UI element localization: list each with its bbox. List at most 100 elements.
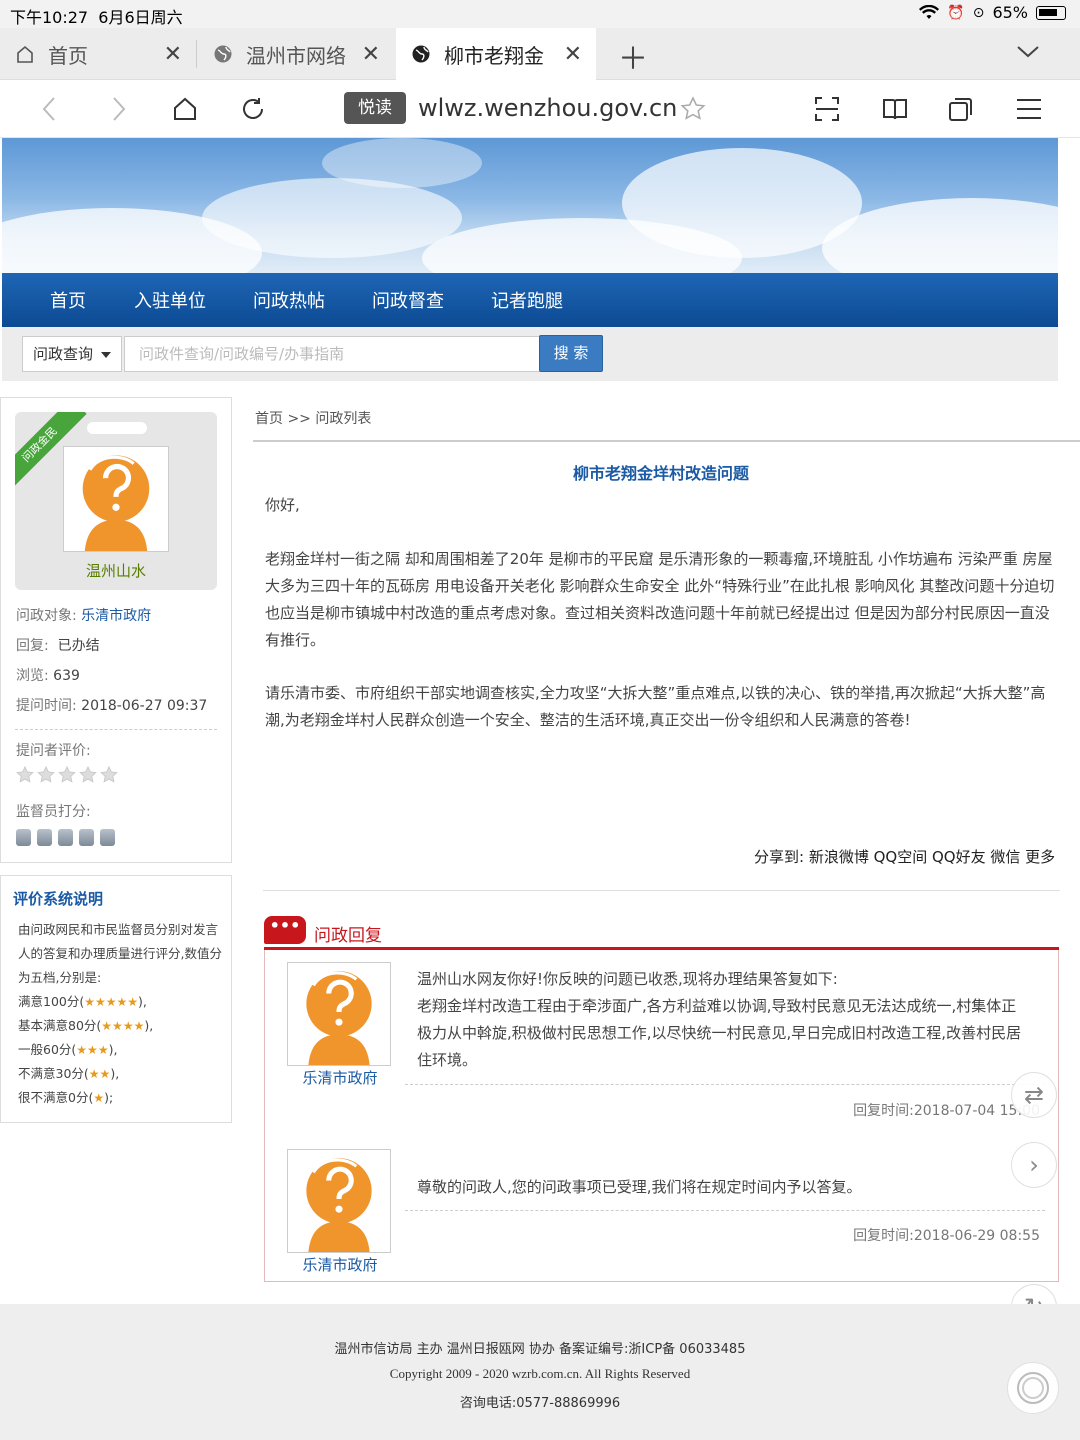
swap-icon[interactable]: ⇄ xyxy=(1011,1072,1057,1118)
share-links[interactable]: 分享到: 新浪微博 QQ空间 QQ好友 微信 更多 xyxy=(754,846,1055,867)
star-icon xyxy=(37,766,55,783)
profile-name: 温州山水 xyxy=(85,562,146,580)
medal-icon xyxy=(16,829,31,846)
reply-text: 温州山水网友你好!你反映的问题已收悉,现将办理结果答复如下: 老翔金垟村改造工程… xyxy=(417,970,1022,1069)
bookmarks-icon[interactable] xyxy=(878,92,912,126)
globe-icon xyxy=(410,43,432,65)
reader-mode-button[interactable]: 悦读 xyxy=(344,92,406,124)
avatar xyxy=(287,1149,391,1253)
scan-icon[interactable] xyxy=(810,92,844,126)
globe-icon xyxy=(212,43,234,65)
question-paragraph-2: 请乐清市委、市府组织干部实地调查核实,全力攻坚“大拆大整”重点难点,以铁的决心、… xyxy=(265,684,1046,729)
page-footer: 温州市信访局 主办 温州日报瓯网 协办 备案证编号:浙ICP备 06033485… xyxy=(0,1304,1080,1440)
level-100: 满意100分(★★★★★), xyxy=(18,994,147,1009)
reply-author[interactable]: 乐清市政府 xyxy=(285,1254,395,1275)
breadcrumb[interactable]: 首页 >> 问政列表 xyxy=(255,408,371,428)
level-0: 很不满意0分(★); xyxy=(18,1090,114,1105)
star-icon xyxy=(100,766,118,783)
menu-icon[interactable] xyxy=(1012,92,1046,126)
rating-explanation-box: 评价系统说明 由问政网民和市民监督员分别对发言人的答复和办理质量进行评分,数值分… xyxy=(0,875,232,1123)
status-time: 下午10:27 6月6日周六 xyxy=(10,8,183,27)
refresh-icon[interactable] xyxy=(236,92,270,126)
level-60: 一般60分(★★★), xyxy=(18,1042,118,1057)
nav-item-units[interactable]: 入驻单位 xyxy=(134,287,206,313)
search-input[interactable]: 问政件查询/问政编号/办事指南 xyxy=(124,336,540,372)
medal-icon xyxy=(100,829,115,846)
reply-time: 回复时间:2018-06-29 08:55 xyxy=(853,1228,1040,1244)
battery-percent: 65% xyxy=(992,3,1028,22)
info-target: 问政对象: 乐清市政府 xyxy=(16,608,152,624)
supervisor-medals xyxy=(16,829,121,850)
wifi-icon xyxy=(919,4,940,19)
home-icon xyxy=(14,43,36,65)
footer-organizers: 温州市信访局 主办 温州日报瓯网 协办 备案证编号:浙ICP备 06033485 xyxy=(334,1342,746,1357)
tab-home[interactable]: 首页 ✕ xyxy=(0,28,196,80)
new-tab-button[interactable]: ＋ xyxy=(618,34,648,78)
level-30: 不满意30分(★★), xyxy=(18,1066,120,1081)
reply-section-title: 问政回复 xyxy=(314,926,382,946)
status-icons: ⏰ ⊙ 65% xyxy=(919,3,1066,22)
star-icon xyxy=(58,766,76,783)
tabs-icon[interactable] xyxy=(944,92,978,126)
tab-label: 首页 xyxy=(48,43,88,68)
site-banner xyxy=(2,138,1058,274)
battery-icon xyxy=(1036,5,1066,20)
rating-label: 提问者评价: xyxy=(16,743,91,759)
alarm-icon: ⏰ xyxy=(947,4,965,21)
search-button[interactable]: 搜 索 xyxy=(539,335,603,372)
star-icon xyxy=(16,766,34,783)
chevron-right-icon[interactable]: › xyxy=(1011,1142,1057,1188)
forward-icon[interactable] xyxy=(102,92,136,126)
back-icon[interactable] xyxy=(32,92,66,126)
search-type-select[interactable]: 问政查询 xyxy=(22,336,122,372)
medal-icon xyxy=(37,829,52,846)
close-icon[interactable]: ✕ xyxy=(564,42,582,67)
assistive-touch-button[interactable] xyxy=(1007,1362,1059,1414)
tab-wenzhou[interactable]: 温州市网络 ✕ xyxy=(198,28,394,80)
status-bar: 下午10:27 6月6日周六 ⏰ ⊙ 65% xyxy=(0,0,1080,28)
home-icon[interactable] xyxy=(168,92,202,126)
address-bar: 悦读 wlwz.wenzhou.gov.cn xyxy=(0,80,1080,138)
browser-tab-bar: 首页 ✕ 温州市网络 ✕ 柳市老翔金 ✕ ＋ xyxy=(0,28,1080,80)
nav-item-home[interactable]: 首页 xyxy=(50,287,86,313)
rating-stars xyxy=(16,766,121,788)
tab-label: 柳市老翔金 xyxy=(444,43,544,68)
chevron-down-icon xyxy=(101,352,111,358)
reply-section-header: ••• 问政回复 xyxy=(264,912,1059,950)
nav-item-reporter[interactable]: 记者跑腿 xyxy=(491,287,563,313)
asker-sidebar: 问政金民 温州山水 问政对象: 乐清市政府 回复: 已办结 浏览: 639 提问… xyxy=(0,397,232,863)
medal-icon xyxy=(58,829,73,846)
question-paragraph-1: 老翔金垟村一街之隔 却和周围相差了20年 是柳市的平民窟 是乐清形象的一颗毒瘤,… xyxy=(265,550,1055,649)
tab-active-question[interactable]: 柳市老翔金 ✕ xyxy=(396,28,596,80)
close-icon[interactable]: ✕ xyxy=(362,42,380,67)
nav-item-hot-posts[interactable]: 问政热帖 xyxy=(253,287,325,313)
main-navigation: 首页 入驻单位 问政热帖 问政督查 记者跑腿 xyxy=(2,273,1058,327)
avatar xyxy=(63,446,169,552)
target-link[interactable]: 乐清市政府 xyxy=(81,608,151,624)
info-reply: 回复: 已办结 xyxy=(16,638,100,654)
rotation-lock-icon: ⊙ xyxy=(972,4,985,21)
chevron-down-icon[interactable] xyxy=(1016,44,1040,63)
rating-explanation-text: 由问政网民和市民监督员分别对发言人的答复和办理质量进行评分,数值分为五档,分别是… xyxy=(18,918,223,1110)
footer-copyright: Copyright 2009 - 2020 wzrb.com.cn. All R… xyxy=(389,1366,691,1381)
star-icon[interactable] xyxy=(676,92,710,126)
question-greeting: 你好, xyxy=(265,496,300,514)
footer-phone: 咨询电话:0577-88869996 xyxy=(459,1396,621,1411)
chat-bubble-icon: ••• xyxy=(264,916,306,944)
supervisor-label: 监督员打分: xyxy=(16,804,91,820)
url-field[interactable]: wlwz.wenzhou.gov.cn xyxy=(418,94,677,122)
profile-card: 问政金民 温州山水 xyxy=(15,412,217,590)
reply-list: 乐清市政府 温州山水网友你好!你反映的问题已收悉,现将办理结果答复如下: 老翔金… xyxy=(264,950,1059,1282)
rating-explanation-title: 评价系统说明 xyxy=(13,890,104,908)
avatar xyxy=(287,962,391,1066)
search-bar: 问政查询 问政件查询/问政编号/办事指南 搜 索 xyxy=(2,327,1058,381)
nav-item-supervision[interactable]: 问政督查 xyxy=(372,287,444,313)
level-80: 基本满意80分(★★★★), xyxy=(18,1018,154,1033)
star-icon xyxy=(79,766,97,783)
reply-author[interactable]: 乐清市政府 xyxy=(285,1067,395,1088)
info-views: 浏览: 639 xyxy=(16,668,80,684)
medal-icon xyxy=(79,829,94,846)
question-title: 柳市老翔金垟村改造问题 xyxy=(572,464,749,483)
close-icon[interactable]: ✕ xyxy=(164,42,182,67)
info-time: 提问时间: 2018-06-27 09:37 xyxy=(16,698,208,714)
